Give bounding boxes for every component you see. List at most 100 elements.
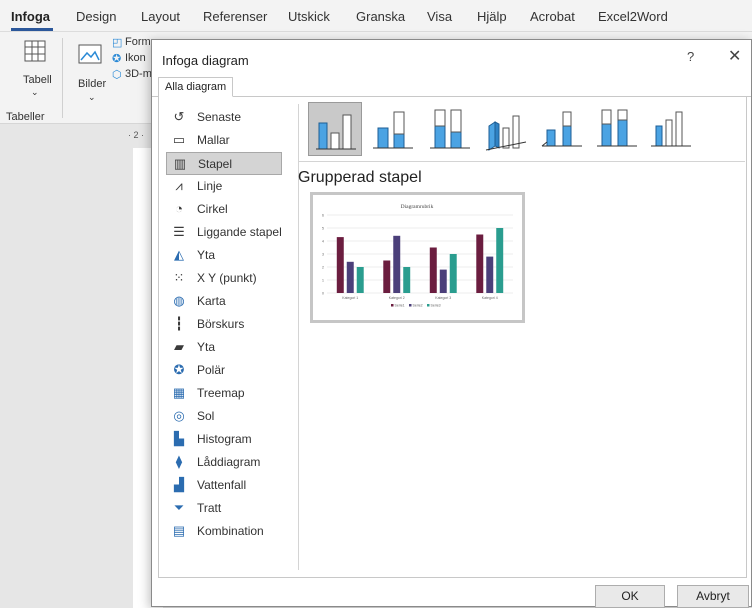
chart-type-item[interactable]: ⩘ Linje [166, 175, 282, 198]
chart-type-item[interactable]: ⏷ Tratt [166, 497, 282, 520]
subtype-stacked-column[interactable] [366, 102, 420, 156]
chart-type-item[interactable]: ◍ Karta [166, 290, 282, 313]
chart-type-label: Liggande stapel [197, 225, 282, 239]
legend-label: Serie2 [413, 304, 423, 308]
chart-type-label: Karta [197, 294, 226, 308]
chart-type-item[interactable]: ◎ Sol [166, 405, 282, 428]
y-tick-label: 4 [322, 240, 324, 244]
bar [356, 267, 364, 293]
tab-layout[interactable]: Layout [141, 9, 180, 24]
subtype-divider [298, 161, 745, 162]
combo-chart-icon: ▤ [172, 523, 186, 538]
subtype-100-stacked-column[interactable] [423, 102, 477, 156]
chart-type-label: Tratt [197, 501, 222, 515]
chart-preview: Diagramrubrik 0 1 2 3 4 5 6 Kategori 1 Kategori 2… [310, 192, 525, 323]
subtype-3d-100-stacked-column[interactable] [590, 102, 644, 156]
tab-granska[interactable]: Granska [356, 9, 405, 24]
column-chart-icon: ▥ [173, 156, 187, 171]
histogram-chart-icon: ▙ [174, 431, 184, 446]
chart-type-item[interactable]: ☰ Liggande stapel [166, 221, 282, 244]
ribbon-divider [62, 38, 63, 118]
tab-excel2word[interactable]: Excel2Word [598, 9, 668, 24]
bar [336, 237, 344, 293]
tab-acrobat[interactable]: Acrobat [530, 9, 575, 24]
chart-type-label: Stapel [198, 157, 233, 171]
subtype-3d-column[interactable] [644, 102, 698, 156]
chart-type-item[interactable]: ▭ Mallar [166, 129, 282, 152]
pictures-button[interactable]: Bilder ⌄ [70, 38, 110, 102]
chart-type-item[interactable]: ✪ Polär [166, 359, 282, 382]
cancel-button[interactable]: Avbryt [677, 585, 749, 608]
tab-infoga[interactable]: Infoga [11, 9, 50, 24]
bar [476, 234, 484, 293]
icons-button[interactable]: ✪ Ikon [112, 52, 152, 68]
subtype-3d-stacked-column[interactable] [535, 102, 589, 156]
tab-hjalp[interactable]: Hjälp [477, 9, 507, 24]
icons-label: Ikon [125, 52, 146, 64]
tab-all-charts[interactable]: Alla diagram [158, 77, 234, 97]
3d-models-button[interactable]: ⬡ 3D-m [112, 68, 152, 84]
bar [486, 256, 494, 293]
subtype-3d-clustered-column[interactable] [479, 102, 533, 156]
tab-referenser[interactable]: Referenser [203, 9, 267, 24]
ok-button[interactable]: OK [595, 585, 665, 608]
chart-type-item[interactable]: ▦ Treemap [166, 382, 282, 405]
picture-icon [78, 44, 102, 64]
bar [429, 247, 437, 293]
chart-type-item[interactable]: ◔ Cirkel [166, 198, 282, 221]
chart-type-label: Cirkel [197, 202, 228, 216]
chart-type-label: Yta [197, 340, 216, 354]
help-icon[interactable]: ? [687, 49, 694, 64]
shapes-icon: ◰ [112, 37, 123, 49]
tab-design[interactable]: Design [76, 9, 116, 24]
chart-type-label: Yta [197, 248, 216, 262]
chart-type-item[interactable]: ◭ Yta [166, 244, 282, 267]
chart-type-item[interactable]: ▟ Vattenfall [166, 474, 282, 497]
clustered-column-icon [316, 114, 356, 150]
chart-type-item[interactable]: ▙ Histogram [166, 428, 282, 451]
x-tick-label: Kategori 4 [482, 296, 498, 300]
chart-type-item[interactable]: ▰ Yta [166, 336, 282, 359]
surface-chart-icon: ▰ [174, 339, 184, 354]
pictures-label: Bilder [78, 78, 107, 90]
ruler: · 2 · [128, 130, 145, 140]
percent-stacked-column-icon [430, 109, 470, 149]
y-tick-label: 1 [322, 279, 324, 283]
y-tick-label: 2 [322, 266, 324, 270]
stock-chart-icon: ┇ [175, 316, 183, 331]
chart-type-label: Treemap [197, 386, 245, 400]
chart-type-item[interactable]: ┇ Börskurs [166, 313, 282, 336]
chart-type-label: Polär [197, 363, 226, 377]
legend-swatch [409, 304, 412, 307]
chart-type-item[interactable]: ↺ Senaste [166, 106, 282, 129]
legend-swatch [427, 304, 430, 307]
chart-type-label: Låddiagram [197, 455, 261, 469]
tab-utskick[interactable]: Utskick [288, 9, 330, 24]
chart-type-item[interactable]: ⧫ Låddiagram [166, 451, 282, 474]
bar [403, 267, 411, 293]
icons-icon: ✪ [112, 53, 122, 65]
tab-visa[interactable]: Visa [427, 9, 452, 24]
chart-type-item[interactable]: ▤ Kombination [166, 520, 282, 543]
y-tick-label: 3 [322, 253, 324, 257]
x-tick-label: Kategori 1 [342, 296, 358, 300]
chart-type-label: Histogram [197, 432, 252, 446]
close-icon[interactable]: ✕ [728, 46, 741, 66]
chart-type-item[interactable]: ▥ Stapel [166, 152, 282, 175]
chart-type-label: Kombination [197, 524, 264, 538]
bar [439, 269, 447, 293]
table-button[interactable]: Tabell ⌄ [10, 38, 52, 100]
boxwhisker-chart-icon: ⧫ [175, 454, 183, 469]
chevron-down-icon: ⌄ [31, 87, 39, 97]
stacked-column-icon [373, 111, 413, 149]
line-chart-icon: ⩘ [175, 178, 183, 193]
chart-type-item[interactable]: ⁙ X Y (punkt) [166, 267, 282, 290]
subtype-clustered-column[interactable] [308, 102, 362, 156]
treemap-chart-icon: ▦ [172, 385, 186, 400]
bar-chart-icon: ☰ [173, 224, 185, 239]
chart-type-label: Vattenfall [197, 478, 247, 492]
shapes-label: Form [125, 36, 151, 48]
chevron-down-icon: ⌄ [88, 92, 96, 102]
3d-models-label: 3D-m [125, 68, 152, 80]
shapes-button[interactable]: ◰ Form [112, 36, 152, 52]
